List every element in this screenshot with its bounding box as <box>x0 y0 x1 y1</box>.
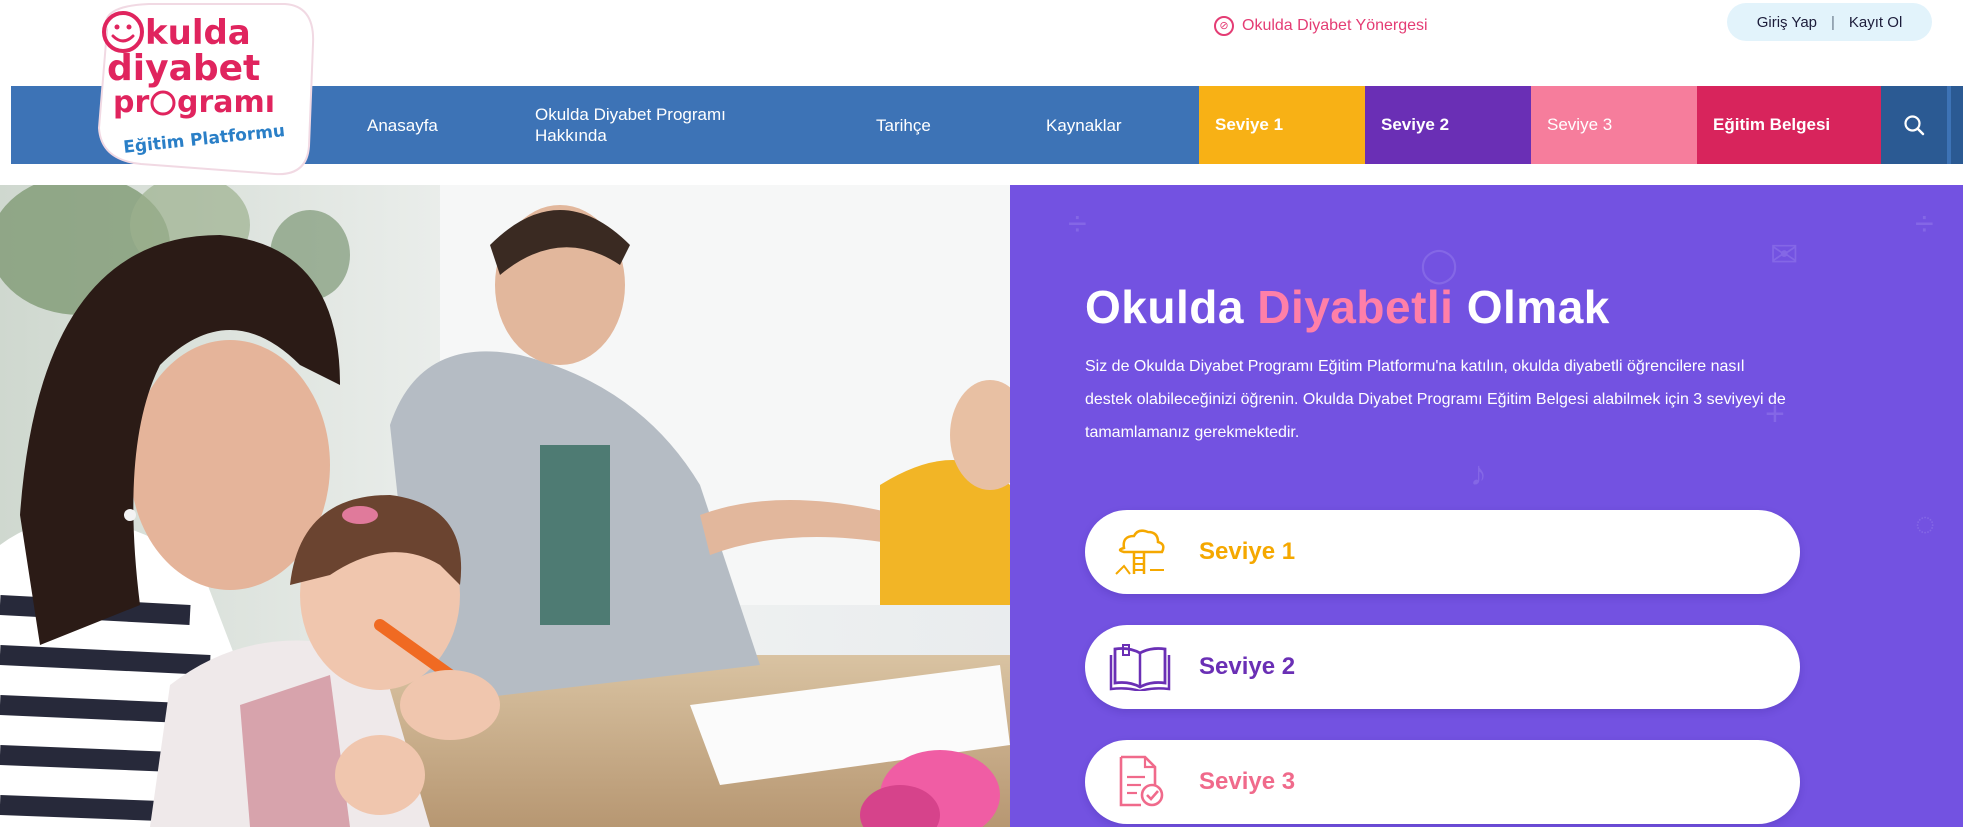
level-3-button[interactable]: Seviye 3 <box>1085 740 1800 824</box>
level-3-label: Seviye 3 <box>1199 768 1296 795</box>
logo-graphic: kulda diyabet pr gramı Eğitim Platformu <box>97 3 315 176</box>
svg-text:pr: pr <box>113 85 149 120</box>
division-doodle-icon-2: ÷ <box>1915 205 1934 243</box>
compass-icon: ⊘ <box>1214 16 1234 36</box>
svg-text:gramı: gramı <box>177 85 275 120</box>
hero-title-part1: Okulda <box>1085 281 1258 333</box>
open-book-icon <box>1085 625 1195 709</box>
nav-about-line1: Okulda Diyabet Programı <box>535 105 726 124</box>
search-button[interactable] <box>1881 86 1947 164</box>
nav-item-level-1[interactable]: Seviye 1 <box>1199 86 1365 164</box>
level-1-button[interactable]: Seviye 1 <box>1085 510 1800 594</box>
hero-title-accent: Diyabetli <box>1257 281 1454 333</box>
auth-links: Giriş Yap | Kayıt Ol <box>1727 3 1932 41</box>
auth-separator: | <box>1831 13 1835 31</box>
nav-item-level-3[interactable]: Seviye 3 <box>1531 86 1697 164</box>
guide-label: Okulda Diyabet Yönergesi <box>1242 17 1428 34</box>
hero-description: Siz de Okulda Diyabet Programı Eğitim Pl… <box>1085 358 1786 441</box>
level-2-label: Seviye 2 <box>1199 653 1296 680</box>
login-link[interactable]: Giriş Yap <box>1757 14 1817 31</box>
hero-title-part2: Olmak <box>1453 281 1610 333</box>
nav-item-level-2[interactable]: Seviye 2 <box>1365 86 1531 164</box>
cloud-ladder-icon <box>1085 510 1195 594</box>
lightbulb-doodle-icon: ◌ <box>1915 505 1936 543</box>
nav-item-home[interactable]: Anasayfa <box>367 86 438 164</box>
envelope-doodle-icon: ✉ <box>1770 236 1799 274</box>
svg-text:kulda: kulda <box>145 13 251 53</box>
guide-link[interactable]: ⊘ Okulda Diyabet Yönergesi <box>1214 10 1428 42</box>
level-1-label: Seviye 1 <box>1199 538 1296 565</box>
note-doodle-icon: ♪ <box>1470 455 1487 493</box>
nav-edge <box>1951 86 1963 164</box>
nav-about-line2: Hakkında <box>535 126 607 145</box>
nav-item-resources[interactable]: Kaynaklar <box>1046 86 1122 164</box>
search-icon <box>1904 115 1925 136</box>
level-2-button[interactable]: Seviye 2 <box>1085 625 1800 709</box>
register-link[interactable]: Kayıt Ol <box>1849 14 1902 31</box>
hero-image <box>0 185 1010 827</box>
svg-text:diyabet: diyabet <box>107 48 260 89</box>
site-logo[interactable]: kulda diyabet pr gramı Eğitim Platformu <box>89 0 319 184</box>
nav-item-about[interactable]: Okulda Diyabet Programı Hakkında <box>535 86 726 164</box>
nav-item-certificate[interactable]: Eğitim Belgesi <box>1697 86 1881 164</box>
checked-document-icon <box>1085 740 1195 824</box>
family-study-photo <box>0 185 1010 827</box>
globe-doodle-icon: ◯ <box>1420 246 1459 284</box>
division-doodle-icon: ÷ <box>1068 205 1087 243</box>
nav-item-history[interactable]: Tarihçe <box>876 86 931 164</box>
hero-title: Okulda Diyabetli Olmak <box>1085 280 1610 334</box>
